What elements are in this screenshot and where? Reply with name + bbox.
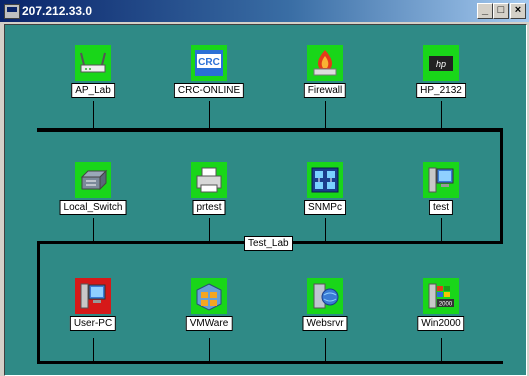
window-title: 207.212.33.0 <box>22 4 93 18</box>
node-prtest[interactable]: prtest <box>159 162 259 232</box>
node-status-tile[interactable] <box>423 162 459 198</box>
node-label[interactable]: HP_2132 <box>416 83 466 98</box>
svg-text:2000: 2000 <box>439 302 453 308</box>
node-status-tile[interactable] <box>191 278 227 314</box>
windows-2000-icon: 2000 <box>428 283 454 309</box>
node-label[interactable]: test <box>428 200 454 215</box>
svg-text:CRC: CRC <box>198 57 220 68</box>
node-status-tile[interactable] <box>307 45 343 81</box>
hp-device-icon: hp <box>429 56 453 71</box>
map-window: 207.212.33.0 _ □ × Test_Lab AP_Lab CRC C… <box>0 0 529 376</box>
network-label[interactable]: Test_Lab <box>244 236 293 251</box>
node-hp-2132[interactable]: hp HP_2132 <box>391 45 491 115</box>
node-snmpc[interactable]: SNMPc <box>275 162 375 232</box>
printer-icon <box>196 167 222 193</box>
node-status-tile[interactable]: 2000 <box>423 278 459 314</box>
close-button[interactable]: × <box>510 3 526 19</box>
node-label[interactable]: Local_Switch <box>59 200 127 215</box>
node-status-tile[interactable] <box>307 278 343 314</box>
node-status-tile[interactable] <box>307 162 343 198</box>
node-label[interactable]: SNMPc <box>304 200 346 215</box>
node-status-tile[interactable] <box>75 278 111 314</box>
computer-icon <box>428 167 454 193</box>
node-status-tile[interactable] <box>191 162 227 198</box>
minimize-button[interactable]: _ <box>477 3 493 19</box>
firewall-icon <box>313 50 337 76</box>
node-status-tile[interactable] <box>75 162 111 198</box>
web-server-icon <box>313 283 339 309</box>
snmpc-map-icon <box>311 167 339 193</box>
node-label[interactable]: AP_Lab <box>71 83 115 98</box>
node-label[interactable]: Websrvr <box>302 316 348 331</box>
node-label[interactable]: User-PC <box>69 316 117 331</box>
node-ap-lab[interactable]: AP_Lab <box>43 45 143 115</box>
title-bar[interactable]: 207.212.33.0 _ □ × <box>0 0 529 22</box>
bus-line-vertical <box>37 241 40 363</box>
node-status-tile[interactable] <box>75 45 111 81</box>
svg-text:hp: hp <box>436 59 446 69</box>
node-label[interactable]: Win2000 <box>417 316 465 331</box>
node-crc-online[interactable]: CRC CRC-ONLINE <box>159 45 259 115</box>
node-label[interactable]: CRC-ONLINE <box>173 83 245 98</box>
node-label[interactable]: prtest <box>192 200 226 215</box>
vmware-icon <box>196 283 222 311</box>
network-map-icon[interactable] <box>4 4 20 19</box>
bus-line-vertical-right <box>500 128 503 244</box>
node-win2000[interactable]: 2000 Win2000 <box>391 278 491 348</box>
node-firewall[interactable]: Firewall <box>275 45 375 115</box>
computer-icon <box>80 283 106 309</box>
node-local-switch[interactable]: Local_Switch <box>43 162 143 232</box>
wireless-access-point-icon <box>80 52 106 73</box>
node-label[interactable]: VMWare <box>185 316 233 331</box>
node-status-tile[interactable]: CRC <box>191 45 227 81</box>
node-label[interactable]: Firewall <box>303 83 347 98</box>
bus-line-top <box>37 128 503 132</box>
node-test[interactable]: test <box>391 162 491 232</box>
node-user-pc[interactable]: User-PC <box>43 278 143 348</box>
bus-line-bottom <box>37 361 503 364</box>
network-switch-icon <box>80 169 108 191</box>
node-websrvr[interactable]: Websrvr <box>275 278 375 348</box>
node-status-tile[interactable]: hp <box>423 45 459 81</box>
crc-logo-icon: CRC <box>195 50 223 76</box>
network-map-canvas[interactable]: Test_Lab AP_Lab CRC CRC-ONLINE Firewall … <box>4 24 527 376</box>
maximize-button[interactable]: □ <box>493 3 509 19</box>
node-vmware[interactable]: VMWare <box>159 278 259 348</box>
